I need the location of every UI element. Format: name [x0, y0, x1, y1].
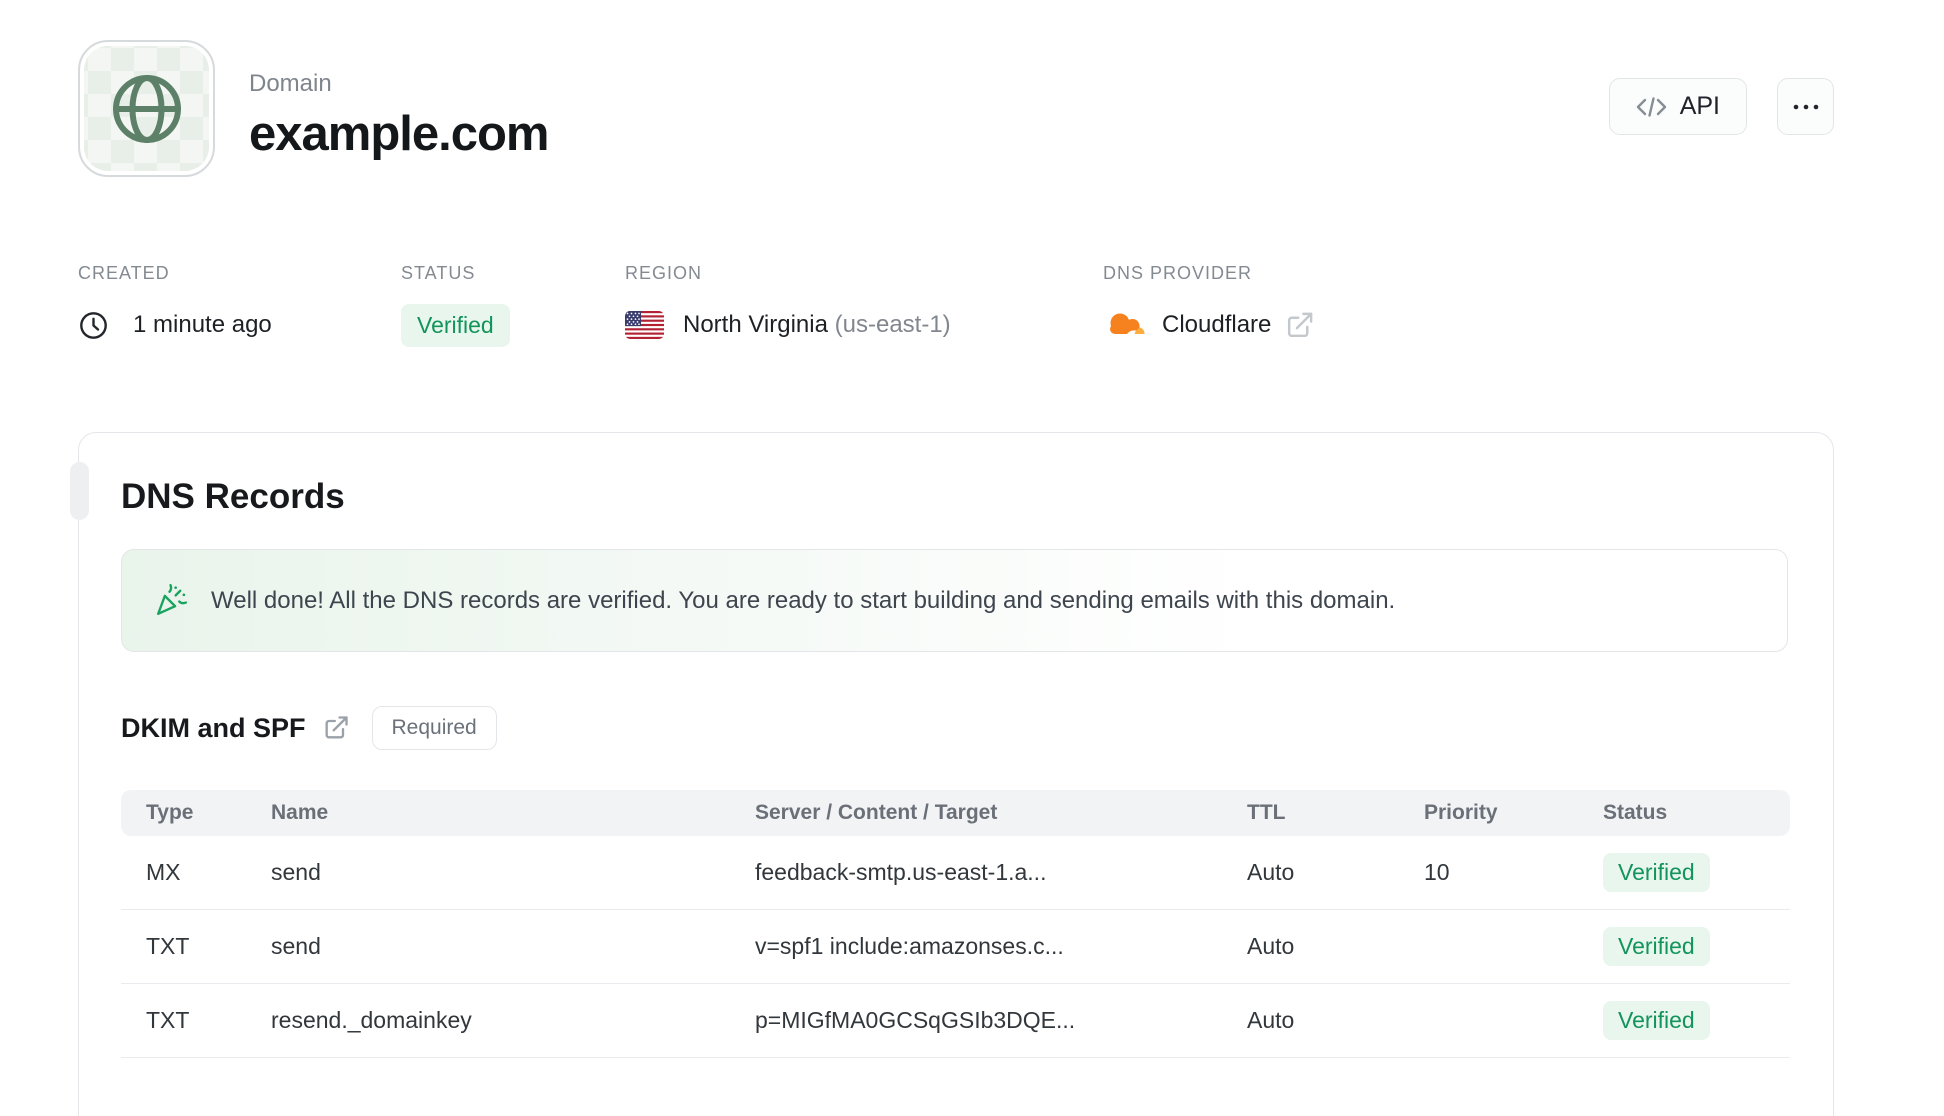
created-label: CREATED [78, 263, 170, 283]
dns-provider-label: DNS PROVIDER [1103, 263, 1253, 283]
cloudflare-icon [1103, 309, 1148, 341]
cell-status: Verified [1603, 1001, 1774, 1040]
cell-name: resend._domainkey [271, 1007, 472, 1033]
verified-badge: Verified [1603, 853, 1710, 892]
success-banner-text: Well done! All the DNS records are verif… [211, 586, 1396, 614]
status-badge: Verified [401, 304, 510, 347]
cell-ttl: Auto [1247, 933, 1295, 959]
dkim-spf-title: DKIM and SPF [121, 712, 306, 743]
clock-icon [78, 310, 109, 341]
col-ttl: TTL [1247, 801, 1286, 824]
cell-priority: 10 [1424, 859, 1450, 885]
cell-status: Verified [1603, 927, 1774, 966]
header-actions: API [1608, 78, 1834, 135]
meta-status: STATUS Verified [401, 263, 625, 347]
us-flag-icon [625, 311, 664, 339]
dns-provider-value: Cloudflare [1162, 311, 1272, 338]
domain-detail-page: Domain example.com API CREATED 1 minute … [0, 0, 1944, 1116]
status-label: STATUS [401, 263, 476, 283]
verified-badge: Verified [1603, 927, 1710, 966]
table-row: TXT send v=spf1 include:amazonses.c... A… [121, 910, 1790, 984]
party-popper-icon [152, 582, 189, 619]
col-type: Type [146, 801, 194, 824]
section-indicator [70, 462, 89, 520]
domain-identity: Domain example.com [78, 40, 549, 177]
required-badge: Required [371, 706, 497, 750]
cell-content: feedback-smtp.us-east-1.a... [755, 859, 1047, 885]
globe-icon [109, 71, 185, 147]
cell-name: send [271, 859, 321, 885]
external-link-icon[interactable] [322, 714, 350, 742]
col-name: Name [271, 801, 329, 824]
verified-badge: Verified [1603, 1001, 1710, 1040]
cell-type: TXT [146, 1007, 190, 1033]
col-content: Server / Content / Target [755, 801, 998, 824]
dns-records-card: DNS Records Well done! All the DNS recor… [78, 432, 1834, 1116]
page-title: example.com [249, 107, 549, 161]
domain-avatar [78, 40, 215, 177]
page-header: Domain example.com API [78, 40, 1834, 177]
created-value: 1 minute ago [133, 311, 272, 338]
cell-content: p=MIGfMA0GCSqGSIb3DQE... [755, 1007, 1076, 1033]
ellipsis-icon [1792, 103, 1820, 111]
external-link-icon[interactable] [1284, 310, 1315, 341]
title-block: Domain example.com [249, 40, 549, 177]
cell-ttl: Auto [1247, 859, 1295, 885]
api-button-label: API [1679, 92, 1720, 120]
code-icon [1636, 95, 1667, 119]
table-row: MX send feedback-smtp.us-east-1.a... Aut… [121, 836, 1790, 910]
cell-type: TXT [146, 933, 190, 959]
domain-meta-row: CREATED 1 minute ago STATUS Verified REG… [78, 263, 1834, 347]
more-options-button[interactable] [1777, 78, 1834, 135]
col-status: Status [1603, 801, 1668, 824]
cell-ttl: Auto [1247, 1007, 1295, 1033]
region-code: (us-east-1) [834, 311, 951, 338]
api-button[interactable]: API [1608, 78, 1747, 135]
col-priority: Priority [1424, 801, 1498, 824]
region-value: North Virginia (us-east-1) [683, 311, 951, 338]
dns-records-table: Type Name Server / Content / Target TTL … [121, 790, 1790, 1058]
cell-type: MX [146, 859, 181, 885]
meta-dns-provider: DNS PROVIDER Cloudflare [1103, 263, 1315, 347]
success-banner: Well done! All the DNS records are verif… [121, 549, 1788, 652]
cell-name: send [271, 933, 321, 959]
domain-eyebrow: Domain [249, 70, 332, 97]
meta-region: REGION North Virginia (us-east-1) [625, 263, 1103, 347]
dkim-spf-section-header: DKIM and SPF Required [121, 706, 1788, 750]
cell-status: Verified [1603, 853, 1774, 892]
meta-created: CREATED 1 minute ago [78, 263, 401, 347]
dns-records-title: DNS Records [121, 477, 345, 516]
table-header-row: Type Name Server / Content / Target TTL … [121, 790, 1790, 836]
cell-content: v=spf1 include:amazonses.c... [755, 933, 1064, 959]
table-row: TXT resend._domainkey p=MIGfMA0GCSqGSIb3… [121, 984, 1790, 1058]
region-label: REGION [625, 263, 703, 283]
